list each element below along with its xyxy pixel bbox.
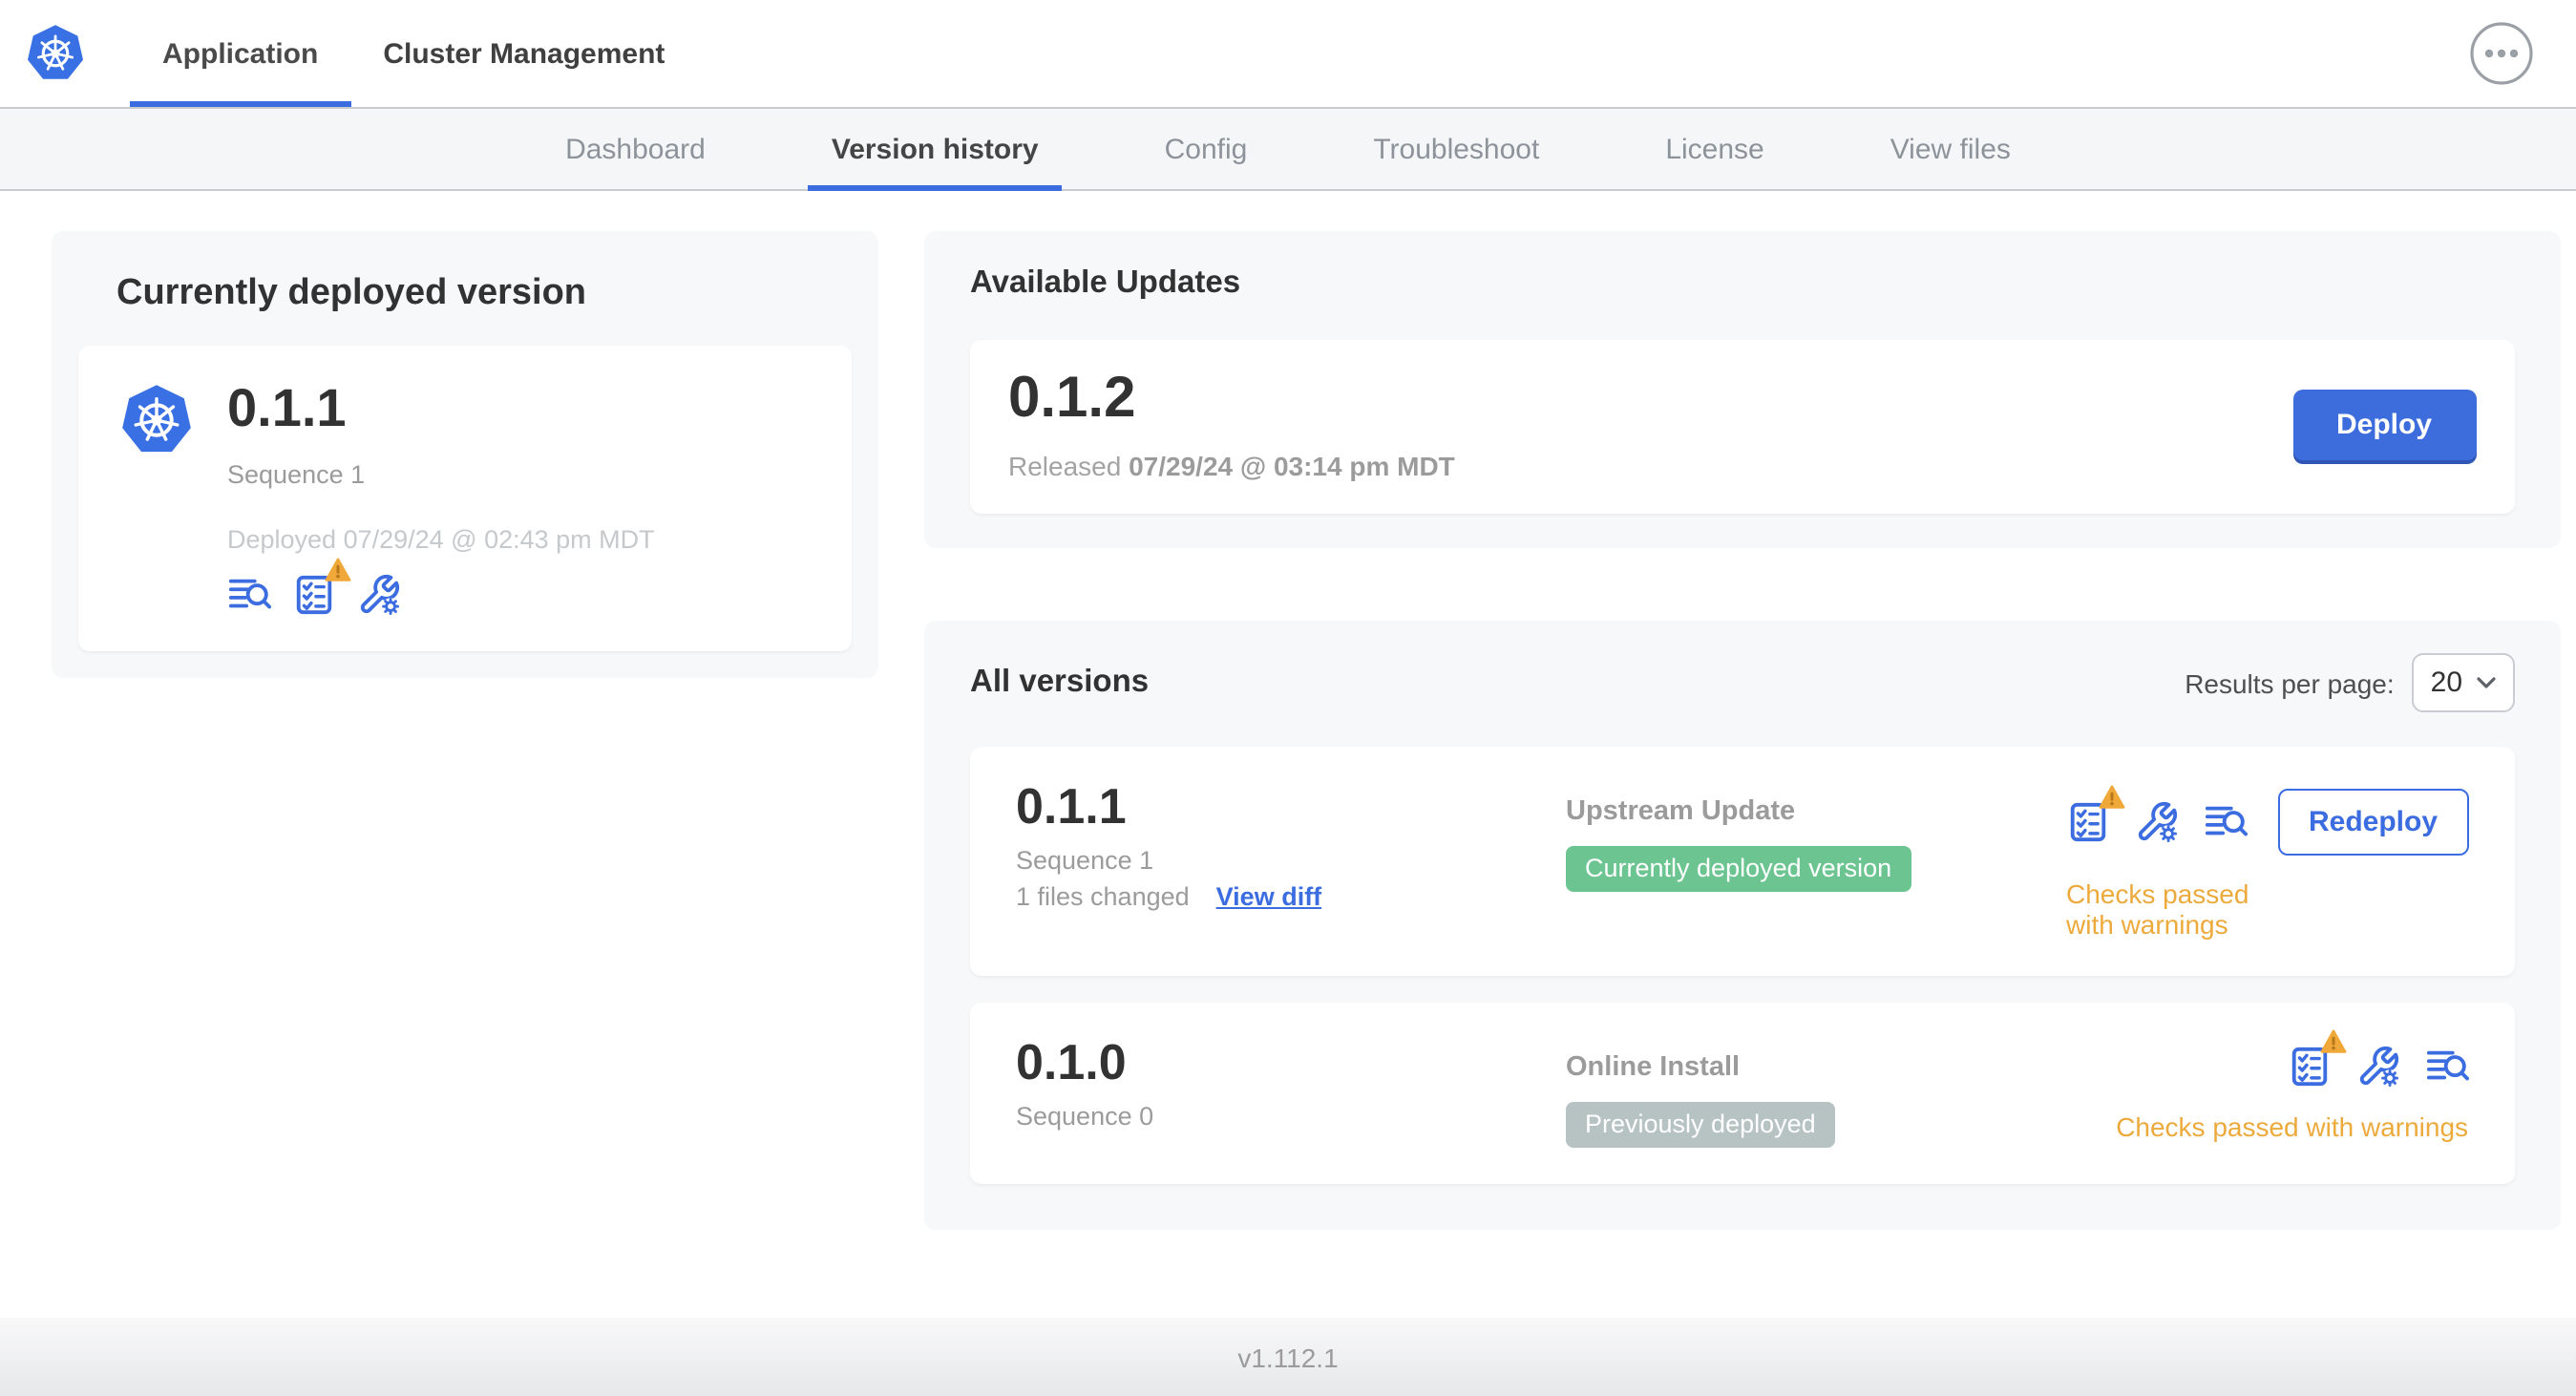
row2-edit-config-button[interactable] bbox=[2355, 1045, 2399, 1089]
tab-cluster-management-label: Cluster Management bbox=[383, 37, 665, 70]
row1-actions: Redeploy Checks passed with warnings bbox=[2066, 779, 2469, 940]
deployed-version-tile: 0.1.1 Sequence 1 Deployed 07/29/24 @ 02:… bbox=[78, 346, 852, 651]
row1-files-line: 1 files changed View diff bbox=[1016, 882, 1566, 911]
update-version-number: 0.1.2 bbox=[1008, 367, 1136, 430]
subnav-item-dashboard-label: Dashboard bbox=[565, 133, 706, 165]
top-tab-bar: Application Cluster Management bbox=[130, 0, 697, 107]
row1-version-number: 0.1.1 bbox=[1016, 777, 1127, 835]
results-per-page-value: 20 bbox=[2430, 666, 2463, 699]
row1-checks-status: Checks passed with warnings bbox=[2066, 878, 2249, 940]
version-row-0-1-0: 0.1.0 Sequence 0 Online Install Previous… bbox=[970, 1003, 2515, 1184]
logs-search-icon bbox=[228, 579, 271, 609]
tab-application[interactable]: Application bbox=[130, 0, 350, 107]
row2-version-number: 0.1.0 bbox=[1016, 1033, 1127, 1090]
update-released-line: Released 07/29/24 @ 03:14 pm MDT bbox=[1008, 451, 1455, 481]
console-version: v1.112.1 bbox=[1237, 1342, 1339, 1372]
app-footer: v1.112.1 bbox=[0, 1318, 2576, 1396]
kubernetes-logo-icon bbox=[27, 25, 84, 79]
row2-preflight-checks-button[interactable] bbox=[2287, 1029, 2346, 1089]
row2-source-info: Online Install Previously deployed bbox=[1566, 1035, 2066, 1148]
row2-checks-status: Checks passed with warnings bbox=[2116, 1111, 2469, 1142]
deployed-action-icons bbox=[227, 558, 655, 617]
row1-view-logs-button[interactable] bbox=[2204, 800, 2248, 844]
subnav-item-view-files-label: View files bbox=[1890, 133, 2011, 165]
subnav-item-version-history[interactable]: Version history bbox=[808, 109, 1063, 191]
subnav-item-license[interactable]: License bbox=[1652, 109, 1777, 189]
row1-edit-config-button[interactable] bbox=[2135, 800, 2179, 844]
warning-triangle-icon bbox=[2099, 785, 2125, 809]
main-content: Currently deployed version 0.1.1 Sequenc… bbox=[0, 191, 2576, 1318]
wrench-gear-icon bbox=[2358, 1046, 2398, 1087]
app-window: Application Cluster Management Dashboard… bbox=[0, 0, 2576, 1396]
results-per-page: Results per page: 20 bbox=[2185, 653, 2515, 712]
subnav-item-view-files[interactable]: View files bbox=[1877, 109, 2024, 189]
subnav-item-dashboard[interactable]: Dashboard bbox=[552, 109, 719, 189]
all-versions-header: All versions Results per page: 20 bbox=[970, 653, 2515, 712]
more-options-button[interactable] bbox=[2469, 21, 2534, 86]
update-info: 0.1.2 Released 07/29/24 @ 03:14 pm MDT bbox=[1008, 367, 1455, 481]
subnav-item-license-label: License bbox=[1665, 133, 1764, 165]
top-bar: Application Cluster Management bbox=[0, 0, 2576, 107]
available-updates-card: Available Updates 0.1.2 Released 07/29/2… bbox=[924, 231, 2561, 548]
available-updates-title: Available Updates bbox=[970, 265, 1241, 300]
view-logs-button[interactable] bbox=[227, 573, 271, 617]
logs-search-icon bbox=[2425, 1050, 2469, 1081]
app-subnav: Dashboard Version history Config Trouble… bbox=[0, 107, 2576, 191]
released-timestamp: 07/29/24 @ 03:14 pm MDT bbox=[1129, 451, 1455, 481]
row1-preflight-checks-button[interactable] bbox=[2066, 785, 2125, 844]
row1-version-info: 0.1.1 Sequence 1 1 files changed View di… bbox=[1016, 779, 1566, 940]
all-versions-card: All versions Results per page: 20 0.1.1 … bbox=[924, 621, 2561, 1230]
wrench-gear-icon bbox=[360, 574, 400, 615]
deployed-version-info: 0.1.1 Sequence 1 Deployed 07/29/24 @ 02:… bbox=[227, 378, 655, 617]
view-diff-link[interactable]: View diff bbox=[1216, 882, 1322, 911]
ellipsis-icon bbox=[2470, 22, 2533, 85]
subnav-item-version-history-label: Version history bbox=[831, 133, 1039, 165]
row2-view-logs-button[interactable] bbox=[2424, 1045, 2469, 1089]
currently-deployed-title: Currently deployed version bbox=[116, 273, 587, 313]
edit-config-button[interactable] bbox=[357, 573, 401, 617]
deployed-sequence: Sequence 1 bbox=[227, 460, 366, 489]
chevron-down-icon bbox=[2476, 677, 2495, 688]
subnav-item-config-label: Config bbox=[1164, 133, 1248, 165]
row1-source-info: Upstream Update Currently deployed versi… bbox=[1566, 779, 2066, 940]
kubernetes-app-icon bbox=[122, 385, 191, 453]
currently-deployed-card: Currently deployed version 0.1.1 Sequenc… bbox=[52, 231, 878, 678]
redeploy-button[interactable]: Redeploy bbox=[2278, 789, 2469, 856]
subnav-item-config[interactable]: Config bbox=[1151, 109, 1261, 189]
deployed-timestamp: Deployed 07/29/24 @ 02:43 pm MDT bbox=[227, 525, 655, 554]
row2-source-label: Online Install bbox=[1566, 1052, 1741, 1083]
row2-version-info: 0.1.0 Sequence 0 bbox=[1016, 1035, 1566, 1148]
row2-sequence: Sequence 0 bbox=[1016, 1102, 1154, 1131]
row2-action-icons bbox=[2287, 1029, 2469, 1089]
warning-triangle-icon bbox=[2319, 1029, 2346, 1053]
update-row: 0.1.2 Released 07/29/24 @ 03:14 pm MDT D… bbox=[970, 340, 2515, 514]
subnav-item-troubleshoot-label: Troubleshoot bbox=[1373, 133, 1540, 165]
row2-status-badge: Previously deployed bbox=[1566, 1102, 1835, 1148]
row1-sequence: Sequence 1 bbox=[1016, 846, 1154, 875]
version-row-0-1-1: 0.1.1 Sequence 1 1 files changed View di… bbox=[970, 747, 2515, 976]
right-column: Available Updates 0.1.2 Released 07/29/2… bbox=[924, 231, 2561, 1230]
row2-actions: Checks passed with warnings bbox=[2116, 1029, 2469, 1148]
row1-source-label: Upstream Update bbox=[1566, 796, 1796, 827]
wrench-gear-icon bbox=[2138, 801, 2178, 842]
row1-action-icons: Redeploy bbox=[2066, 785, 2469, 856]
version-rows: 0.1.1 Sequence 1 1 files changed View di… bbox=[970, 747, 2515, 1184]
row1-files-changed: 1 files changed bbox=[1016, 882, 1190, 911]
top-bar-right bbox=[2469, 21, 2534, 86]
preflight-checks-button[interactable] bbox=[292, 558, 351, 617]
released-label: Released bbox=[1008, 451, 1122, 481]
warning-triangle-icon bbox=[325, 558, 351, 582]
row1-status-badge: Currently deployed version bbox=[1566, 846, 1911, 892]
subnav-item-troubleshoot[interactable]: Troubleshoot bbox=[1360, 109, 1552, 189]
results-per-page-label: Results per page: bbox=[2185, 667, 2395, 698]
tab-application-label: Application bbox=[162, 37, 319, 70]
logs-search-icon bbox=[2205, 806, 2248, 836]
all-versions-title: All versions bbox=[970, 665, 1150, 699]
tab-cluster-management[interactable]: Cluster Management bbox=[350, 0, 697, 107]
results-per-page-select[interactable]: 20 bbox=[2411, 653, 2515, 712]
deployed-version-number: 0.1.1 bbox=[227, 378, 347, 437]
deploy-button[interactable]: Deploy bbox=[2292, 390, 2477, 460]
